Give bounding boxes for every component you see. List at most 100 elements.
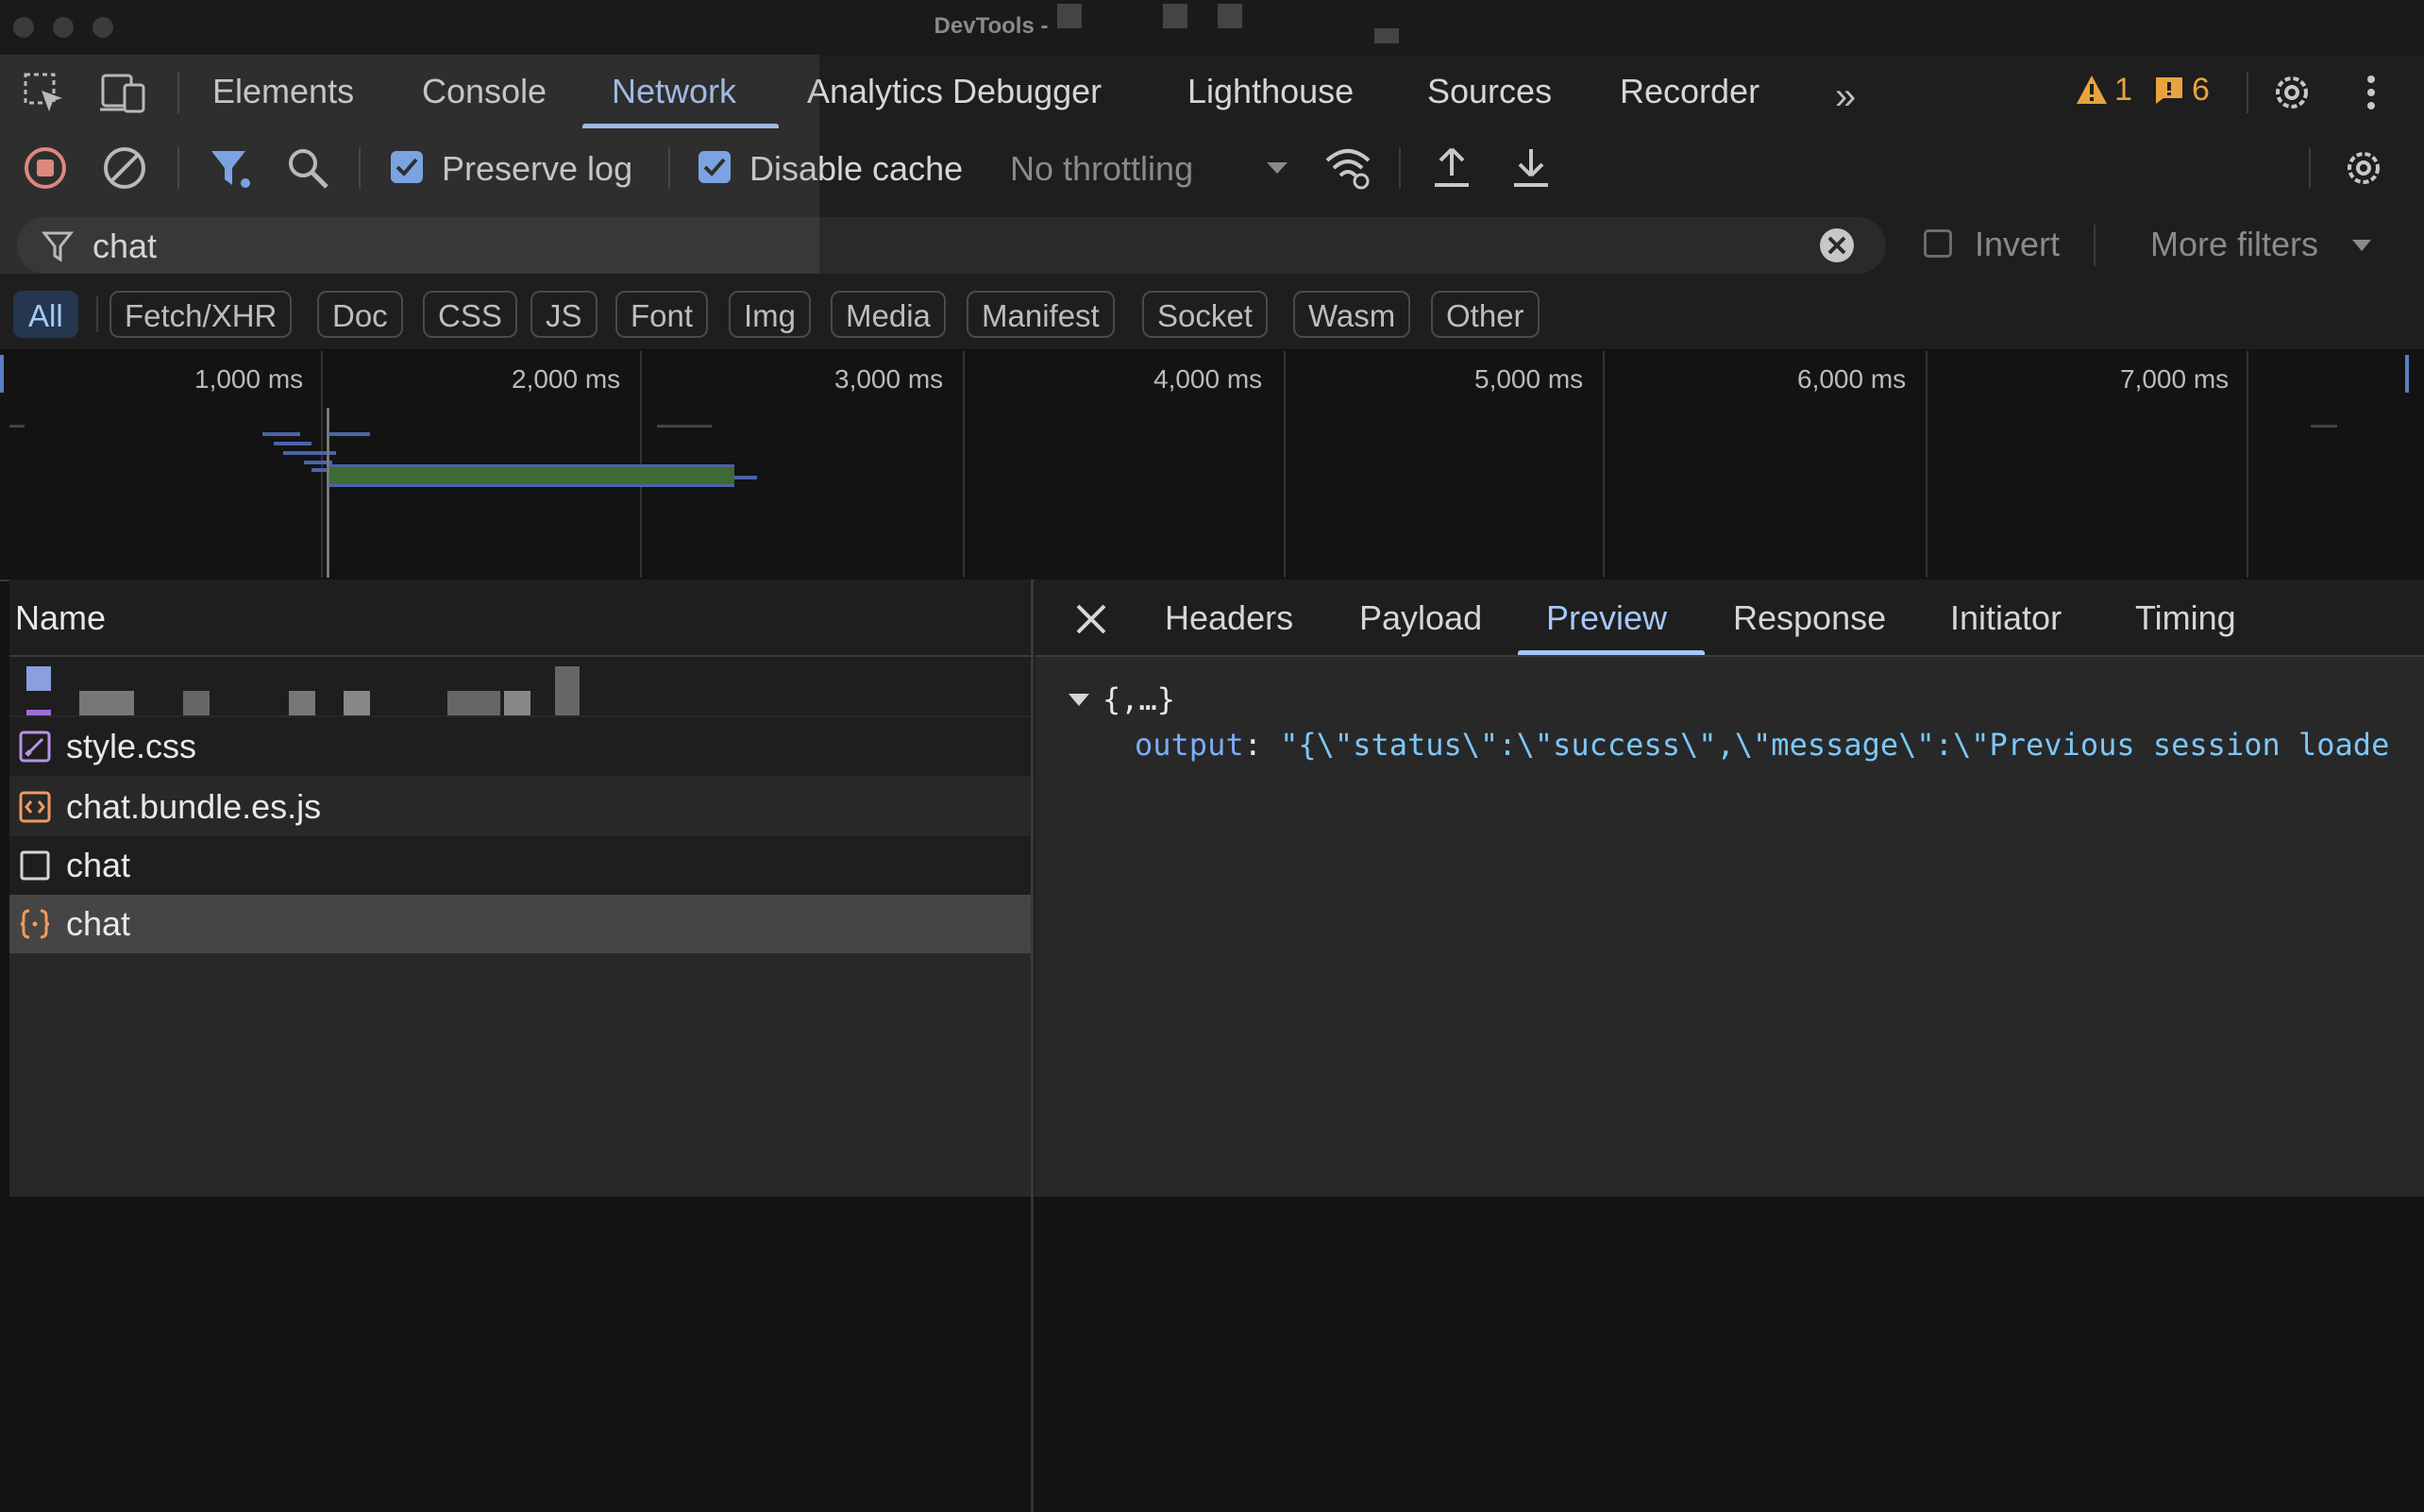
timeline-bar-chat-request <box>327 464 734 487</box>
export-har-download-icon[interactable] <box>1512 145 1550 195</box>
close-details-icon[interactable] <box>1074 602 1108 641</box>
timeline-left-handle[interactable] <box>0 355 4 393</box>
request-name: style.css <box>66 727 197 765</box>
tab-lighthouse[interactable]: Lighthouse <box>1187 72 1354 111</box>
invert-checkbox[interactable] <box>1924 229 1952 258</box>
timeline-cursor <box>327 408 329 578</box>
timeline-tick-label: 3,000 ms <box>834 364 944 394</box>
preview-root-object[interactable]: {,…} <box>1103 681 1175 717</box>
type-filter-js[interactable]: JS <box>530 291 598 338</box>
device-toolbar-icon[interactable] <box>100 72 149 120</box>
issues-icon[interactable] <box>2154 76 2184 110</box>
redacted-block <box>183 691 210 715</box>
settings-gear-icon[interactable] <box>2269 70 2315 120</box>
type-filter-manifest[interactable]: Manifest <box>967 291 1115 338</box>
disable-cache-checkbox[interactable] <box>699 151 731 183</box>
tab-analytics-debugger[interactable]: Analytics Debugger <box>807 72 1102 111</box>
tab-recorder[interactable]: Recorder <box>1620 72 1759 111</box>
redacted-block <box>344 691 370 715</box>
preserve-log-label[interactable]: Preserve log <box>442 149 632 189</box>
type-filter-socket[interactable]: Socket <box>1142 291 1268 338</box>
tab-response[interactable]: Response <box>1733 598 1886 638</box>
type-filter-wasm[interactable]: Wasm <box>1293 291 1411 338</box>
type-filter-all[interactable]: All <box>13 291 78 338</box>
timeline-tick-label: 1,000 ms <box>194 364 304 394</box>
warning-icon[interactable] <box>2075 74 2109 110</box>
tab-headers[interactable]: Headers <box>1165 598 1293 638</box>
table-row[interactable]: style.css <box>9 717 1033 776</box>
name-column-header[interactable]: Name <box>9 580 1033 657</box>
table-row-redacted[interactable] <box>9 657 1033 715</box>
expand-triangle-icon[interactable] <box>1067 691 1091 714</box>
timeline-bar <box>9 425 25 428</box>
timeline-bar <box>734 476 757 479</box>
filter-funnel-small-icon <box>41 230 75 267</box>
preview-key: output <box>1135 727 1244 763</box>
preserve-log-checkbox[interactable] <box>391 151 423 183</box>
request-details-panel <box>1035 580 2424 1197</box>
redacted-block <box>79 691 134 715</box>
type-filter-css[interactable]: CSS <box>423 291 517 338</box>
disable-cache-label[interactable]: Disable cache <box>749 149 963 189</box>
type-filter-fetch-xhr[interactable]: Fetch/XHR <box>109 291 293 338</box>
css-file-icon <box>19 731 51 763</box>
name-column-label: Name <box>15 598 107 637</box>
more-tabs-chevron-icon[interactable]: » <box>1835 76 1856 118</box>
network-settings-gear-icon[interactable] <box>2341 145 2386 195</box>
preview-output-line: output: "{\"status\":\"success\",\"messa… <box>1135 727 2390 763</box>
timeline-tick-label: 4,000 ms <box>1153 364 1263 394</box>
type-filter-img[interactable]: Img <box>729 291 812 338</box>
tab-elements[interactable]: Elements <box>212 72 354 111</box>
tab-sources[interactable]: Sources <box>1427 72 1552 111</box>
redacted-block <box>447 691 500 715</box>
empty-area <box>0 1197 2424 1512</box>
timeline-tick-label: 5,000 ms <box>1474 364 1584 394</box>
search-icon[interactable] <box>285 145 330 195</box>
timeline-bar <box>274 442 311 445</box>
tab-initiator[interactable]: Initiator <box>1950 598 2062 638</box>
type-filter-other[interactable]: Other <box>1431 291 1540 338</box>
table-row[interactable]: chat <box>9 836 1033 895</box>
clear-log-icon[interactable] <box>102 145 147 195</box>
clear-filter-icon[interactable] <box>1818 227 1856 269</box>
tab-preview[interactable]: Preview <box>1546 598 1667 638</box>
type-filter-font[interactable]: Font <box>615 291 709 338</box>
active-tab-indicator <box>582 124 779 128</box>
redacted-block <box>1374 28 1399 43</box>
panel-tabbar: Elements Console Network Analytics Debug… <box>0 55 2424 131</box>
tab-console[interactable]: Console <box>422 72 547 111</box>
issues-count[interactable]: 6 <box>2192 72 2210 109</box>
timeline-tick-label: 7,000 ms <box>2120 364 2230 394</box>
network-conditions-icon[interactable] <box>1323 145 1372 195</box>
tab-payload[interactable]: Payload <box>1359 598 1482 638</box>
timeline-tick-label: 6,000 ms <box>1797 364 1907 394</box>
timeline-tick-label: 2,000 ms <box>512 364 621 394</box>
active-detail-tab-indicator <box>1518 650 1705 655</box>
document-icon <box>19 849 51 882</box>
inspect-element-icon[interactable] <box>23 72 66 120</box>
more-filters-dropdown[interactable]: More filters <box>2150 225 2318 264</box>
redacted-block <box>1163 4 1187 28</box>
stop-recording-icon[interactable] <box>23 145 68 195</box>
filter-input[interactable]: chat <box>93 227 157 266</box>
tab-network[interactable]: Network <box>612 72 736 111</box>
type-filter-doc[interactable]: Doc <box>317 291 403 338</box>
throttling-select[interactable]: No throttling <box>1010 149 1193 189</box>
filter-input-box[interactable]: chat <box>17 217 1886 274</box>
timeline-right-handle[interactable] <box>2405 355 2409 393</box>
tab-timing[interactable]: Timing <box>2135 598 2236 638</box>
throttling-dropdown-arrow-icon[interactable] <box>1265 160 1289 180</box>
table-row-selected[interactable]: chat <box>9 895 1033 953</box>
timeline-bar <box>327 432 370 436</box>
kebab-menu-icon[interactable] <box>2362 70 2381 120</box>
warning-count[interactable]: 1 <box>2114 72 2132 109</box>
invert-label[interactable]: Invert <box>1975 225 2060 264</box>
import-har-upload-icon[interactable] <box>1433 145 1471 195</box>
table-row[interactable]: chat.bundle.es.js <box>9 778 1033 836</box>
redacted-block <box>1218 4 1242 28</box>
filter-funnel-icon[interactable] <box>208 147 253 195</box>
type-filter-media[interactable]: Media <box>831 291 946 338</box>
timeline-bar <box>2311 425 2337 428</box>
more-filters-arrow-icon[interactable] <box>2350 238 2373 258</box>
redacted-block <box>26 710 51 715</box>
